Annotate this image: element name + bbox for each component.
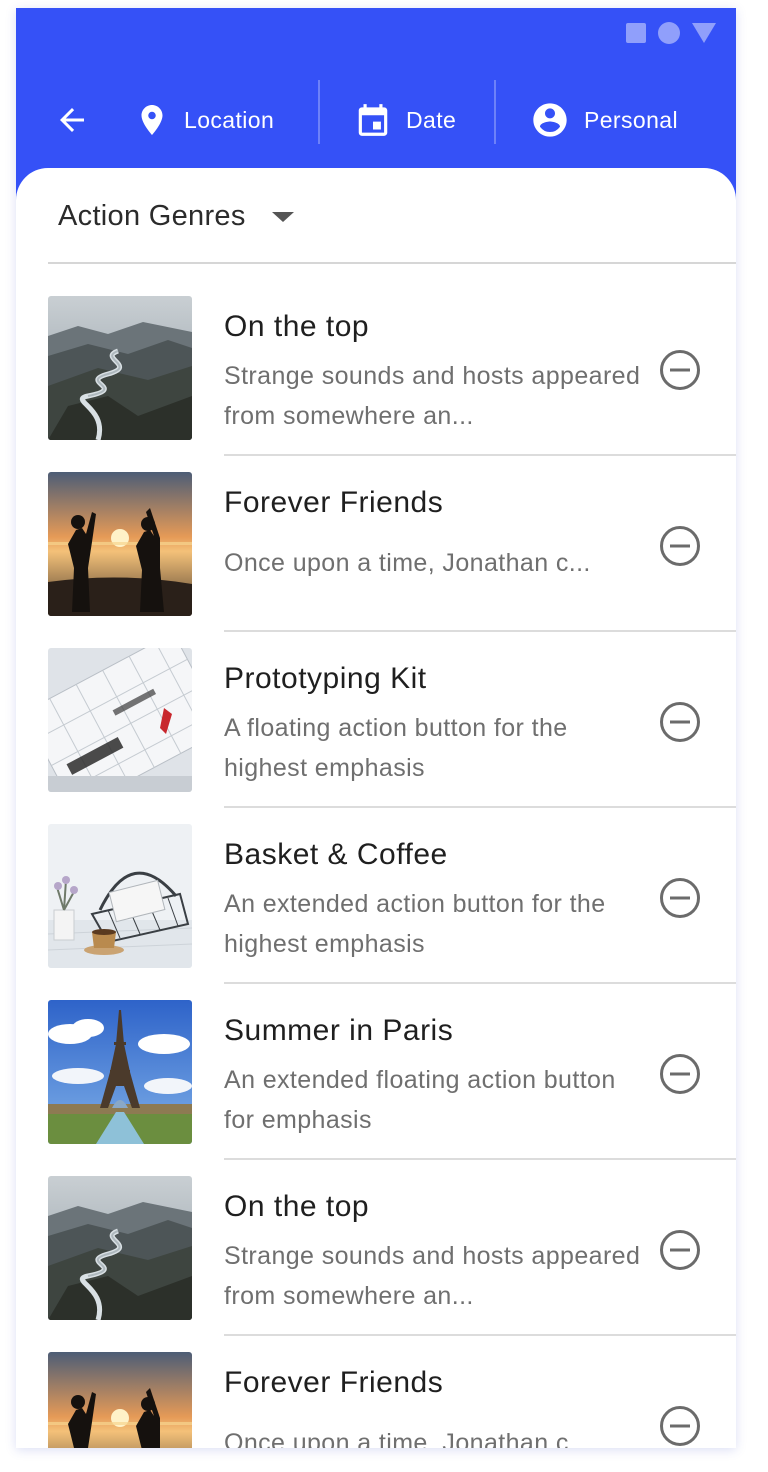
nav-item-date[interactable]: Date <box>354 92 456 148</box>
remove-button[interactable] <box>656 346 704 394</box>
thumbnail-image <box>48 296 192 440</box>
remove-button[interactable] <box>656 522 704 570</box>
list-item-title: Forever Friends <box>224 1366 444 1399</box>
thumbnail-image <box>48 1176 192 1320</box>
list-item-subtitle: Strange sounds and hosts appeared from s… <box>224 362 641 430</box>
dropdown-caret-icon <box>271 212 294 222</box>
nav-item-label: Location <box>184 106 275 133</box>
list-item[interactable]: Summer in Paris An extended floating act… <box>16 968 736 1160</box>
genre-dropdown[interactable]: Action Genres <box>58 196 294 236</box>
app-screen: Location Date Personal Action Genres On … <box>16 8 736 1448</box>
status-bar <box>626 22 716 44</box>
remove-circle-icon <box>660 702 700 742</box>
dropdown-selected-value: Action Genres <box>58 199 246 232</box>
list-item-subtitle: Strange sounds and hosts appeared from s… <box>224 1242 641 1310</box>
list-item-subtitle: A floating action button for the highest… <box>224 714 568 782</box>
list-item-title: On the top <box>224 1190 370 1223</box>
arrow-left-icon <box>60 108 84 132</box>
remove-button[interactable] <box>656 698 704 746</box>
thumbnail-image <box>48 1000 192 1144</box>
list-item-title: Basket & Coffee <box>224 838 448 871</box>
thumbnail-image <box>48 1352 192 1448</box>
nav-divider <box>494 80 496 144</box>
top-navigation: Location Date Personal <box>16 80 736 160</box>
nav-item-label: Date <box>406 106 457 133</box>
remove-circle-icon <box>660 1230 700 1270</box>
remove-circle-icon <box>660 878 700 918</box>
square-icon <box>626 23 646 43</box>
list-item[interactable]: Forever Friends Once upon a time, Jonath… <box>16 440 736 632</box>
list-item-subtitle: Once upon a time, Jonathan c... <box>224 549 591 577</box>
account-circle-icon <box>533 103 567 137</box>
triangle-icon <box>692 23 716 43</box>
remove-button[interactable] <box>656 874 704 922</box>
genre-list: On the top Strange sounds and hosts appe… <box>16 264 736 1448</box>
list-item-title: Prototyping Kit <box>224 662 427 695</box>
list-item[interactable]: On the top Strange sounds and hosts appe… <box>16 264 736 456</box>
list-item[interactable]: Basket & Coffee An extended action butto… <box>16 792 736 984</box>
nav-item-location[interactable]: Location <box>134 92 274 148</box>
list-item-title: Forever Friends <box>224 486 444 519</box>
list-item[interactable]: Forever Friends Once upon a time, Jonath… <box>16 1320 736 1448</box>
remove-button[interactable] <box>656 1050 704 1098</box>
list-item-subtitle: Once upon a time, Jonathan c... <box>224 1429 591 1448</box>
list-item[interactable]: Prototyping Kit A floating action button… <box>16 616 736 808</box>
back-button[interactable] <box>52 98 92 142</box>
remove-button[interactable] <box>656 1226 704 1274</box>
thumbnail-image <box>48 472 192 616</box>
thumbnail-image <box>48 824 192 968</box>
nav-item-personal[interactable]: Personal <box>530 92 678 148</box>
nav-item-label: Personal <box>584 106 678 133</box>
remove-circle-icon <box>660 1054 700 1094</box>
calendar-icon <box>358 104 388 136</box>
thumbnail-image <box>48 648 192 792</box>
list-item-subtitle: An extended floating action button for e… <box>224 1066 616 1134</box>
remove-circle-icon <box>660 526 700 566</box>
remove-circle-icon <box>660 350 700 390</box>
circle-icon <box>658 22 680 44</box>
list-item-title: Summer in Paris <box>224 1014 454 1047</box>
nav-divider <box>318 80 320 144</box>
content-sheet: Action Genres On the top Strange sounds … <box>16 168 736 1448</box>
list-item-title: On the top <box>224 310 370 343</box>
list-item-subtitle: An extended action button for the highes… <box>224 890 606 958</box>
location-pin-icon <box>141 105 163 135</box>
remove-button[interactable] <box>656 1402 704 1448</box>
remove-circle-icon <box>660 1406 700 1446</box>
list-item[interactable]: On the top Strange sounds and hosts appe… <box>16 1144 736 1336</box>
